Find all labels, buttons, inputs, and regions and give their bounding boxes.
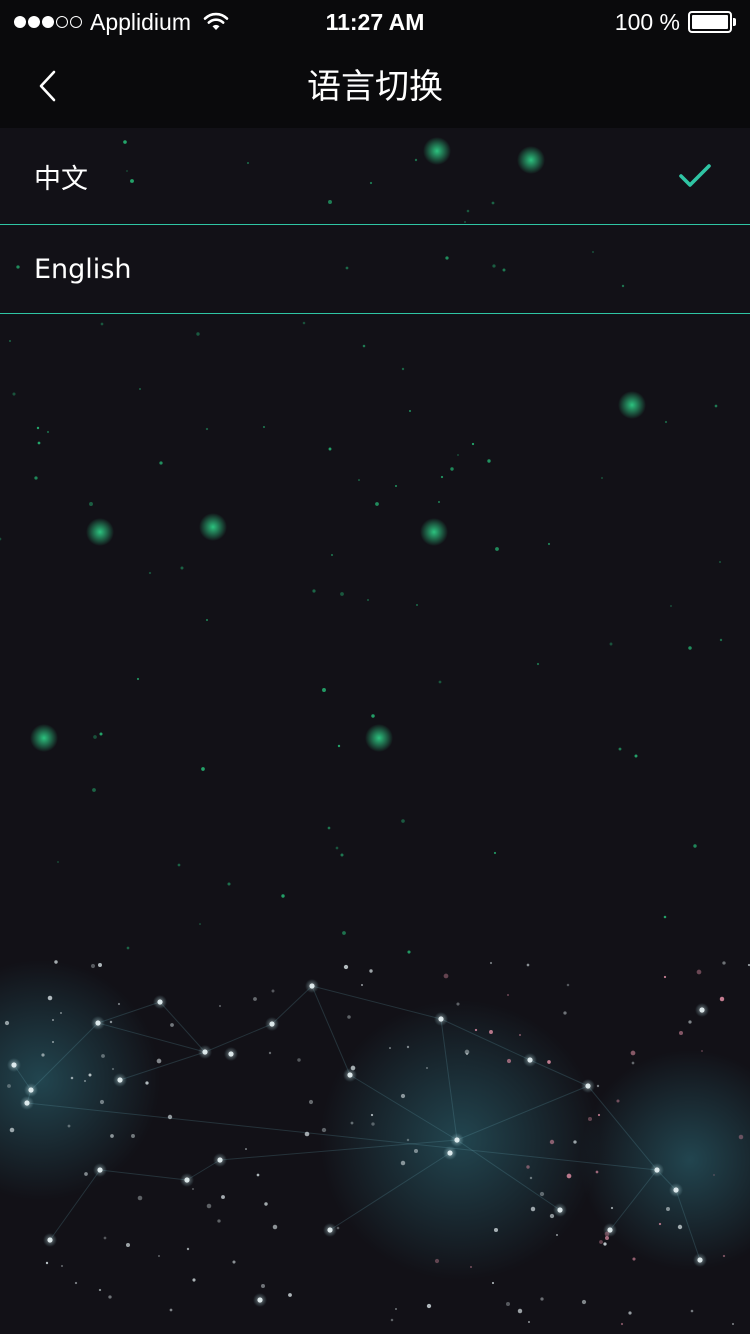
checkmark-icon [679,164,711,187]
signal-dot [42,16,54,28]
back-button[interactable] [22,60,74,112]
status-right: 100 % [615,8,736,36]
status-bar: Applidium 11:27 AM 100 % [0,0,750,44]
status-left: Applidium [14,8,229,36]
carrier-name: Applidium [90,8,191,35]
page-title: 语言切换 [307,67,443,107]
wifi-icon [203,12,229,30]
signal-dot [14,16,26,28]
language-list: 中文 English [0,128,750,314]
signal-dot [70,16,82,28]
signal-strength-icon [14,16,82,28]
navigation-bar: 语言切换 [0,44,750,128]
battery-icon [688,11,736,33]
language-option-chinese[interactable]: 中文 [0,128,750,225]
language-label: English [34,253,132,285]
chevron-left-icon [39,70,56,102]
language-label: 中文 [34,163,88,195]
signal-dot [56,16,68,28]
signal-dot [28,16,40,28]
battery-percentage: 100 % [614,8,680,35]
language-option-english[interactable]: English [0,225,750,314]
